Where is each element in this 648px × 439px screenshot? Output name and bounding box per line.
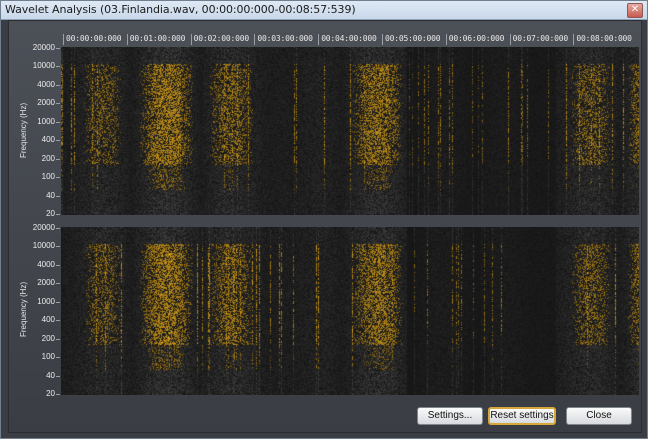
- time-tick-label: 00:08:00:000: [576, 34, 632, 43]
- frequency-tick-mark: [56, 214, 60, 215]
- time-tick: 00:04:00:000: [318, 34, 377, 45]
- analysis-panel: 00:00:00:000 00:01:00:000 00:02:00:000 00:0…: [8, 20, 642, 433]
- top-spectrogram[interactable]: [61, 47, 639, 215]
- time-tick: 00:06:00:000: [445, 34, 504, 45]
- frequency-tick-label: 2000: [37, 278, 55, 288]
- frequency-tick-mark: [56, 338, 60, 340]
- frequency-tick-mark: [56, 394, 60, 395]
- frequency-tick-mark: [56, 228, 60, 229]
- time-tick-label: 00:06:00:000: [448, 34, 505, 43]
- reset-settings-button[interactable]: Reset settings: [488, 407, 556, 425]
- frequency-tick-mark: [56, 320, 60, 322]
- bottom-frequency-axis-label: Frequency (Hz): [19, 281, 28, 337]
- frequency-tick-label: 400: [41, 315, 55, 325]
- time-tick: 00:08:00:000: [573, 34, 632, 45]
- wavelet-analysis-window: Wavelet Analysis (03.Finlandia.wav, 00:0…: [0, 0, 648, 439]
- frequency-tick-label: 20: [46, 209, 55, 218]
- frequency-tick-mark: [56, 283, 60, 285]
- time-tick-label: 00:03:00:000: [257, 34, 313, 43]
- frequency-tick-label: 100: [41, 352, 55, 362]
- top-frequency-axis-label: Frequency (Hz): [19, 102, 28, 158]
- time-tick: 00:07:00:000: [509, 34, 568, 45]
- window-title: Wavelet Analysis (03.Finlandia.wav, 00:0…: [5, 3, 356, 16]
- frequency-tick-mark: [56, 264, 60, 266]
- frequency-tick-label: 1000: [37, 296, 55, 306]
- time-tick: 00:02:00:000: [190, 34, 249, 45]
- bottom-spectrogram[interactable]: [61, 227, 639, 395]
- frequency-tick-label: 2000: [37, 98, 55, 108]
- time-tick: 00:05:00:000: [382, 34, 441, 45]
- frequency-tick-mark: [56, 246, 60, 248]
- frequency-tick-label: 1000: [37, 116, 55, 126]
- frequency-tick-mark: [56, 195, 60, 197]
- frequency-tick-label: 4000: [37, 79, 55, 89]
- frequency-tick-label: 200: [41, 153, 55, 163]
- frequency-tick-label: 20: [46, 389, 55, 398]
- time-tick: 00:01:00:000: [126, 34, 185, 45]
- frequency-tick-mark: [56, 375, 60, 377]
- settings-button[interactable]: Settings...: [417, 407, 483, 425]
- time-ruler: 00:00:00:000 00:01:00:000 00:02:00:000 00:0…: [61, 34, 639, 45]
- frequency-tick-label: 10000: [32, 241, 55, 251]
- frequency-tick-label: 40: [46, 190, 55, 200]
- time-tick-label: 00:07:00:000: [512, 34, 569, 43]
- frequency-tick-mark: [56, 177, 60, 179]
- time-tick: 00:03:00:000: [254, 34, 313, 45]
- frequency-tick-mark: [56, 357, 60, 359]
- time-tick-label: 00:01:00:000: [129, 34, 186, 43]
- frequency-tick-mark: [56, 48, 60, 49]
- window-close-icon[interactable]: ✕: [627, 3, 643, 18]
- frequency-tick-mark: [56, 66, 60, 68]
- frequency-tick-mark: [56, 121, 60, 123]
- frequency-tick-label: 20000: [32, 223, 55, 232]
- time-tick-label: 00:02:00:000: [193, 34, 250, 43]
- frequency-tick-label: 4000: [37, 259, 55, 269]
- frequency-tick-label: 20000: [32, 43, 55, 52]
- time-tick-label: 00:04:00:000: [321, 34, 377, 43]
- frequency-tick-mark: [56, 158, 60, 160]
- time-tick-label: 00:00:00:000: [66, 34, 122, 43]
- frequency-tick-label: 100: [41, 172, 55, 182]
- frequency-tick-label: 10000: [32, 61, 55, 71]
- frequency-tick-mark: [56, 84, 60, 86]
- time-tick-label: 00:05:00:000: [385, 34, 441, 43]
- time-tick: 00:00:00:000: [63, 34, 122, 45]
- frequency-tick-label: 400: [41, 135, 55, 145]
- frequency-tick-label: 40: [46, 370, 55, 380]
- frequency-tick-mark: [56, 103, 60, 105]
- frequency-tick-label: 200: [41, 333, 55, 343]
- frequency-tick-mark: [56, 301, 60, 303]
- frequency-tick-mark: [56, 140, 60, 142]
- close-button[interactable]: Close: [566, 407, 632, 425]
- title-bar[interactable]: Wavelet Analysis (03.Finlandia.wav, 00:0…: [1, 1, 647, 20]
